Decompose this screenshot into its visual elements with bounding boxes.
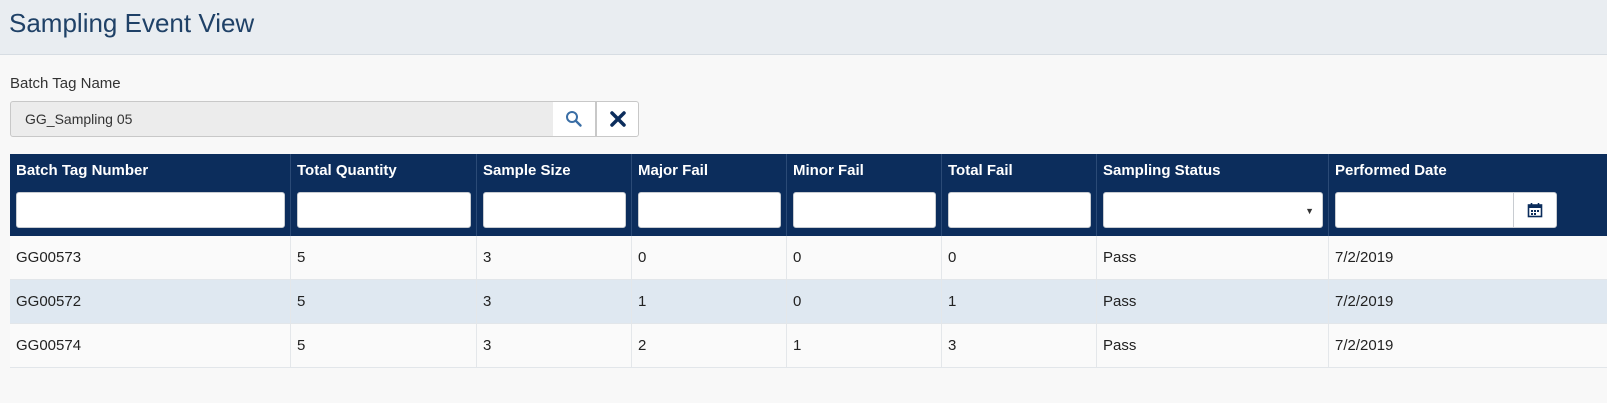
caret-down-icon: ▼ <box>1305 206 1314 216</box>
sampling-status-cell: Pass <box>1097 280 1329 323</box>
page-title: Sampling Event View <box>9 8 255 38</box>
column-total-fail: Total Fail <box>942 154 1097 236</box>
column-sample-size: Sample Size <box>477 154 632 236</box>
sampling-status-cell: Pass <box>1097 324 1329 367</box>
performed-date-cell: 7/2/2019 <box>1335 293 1394 310</box>
grid-header: Batch Tag Number Total Quantity Sample S… <box>10 154 1607 236</box>
batch-tag-name-input[interactable] <box>10 101 555 137</box>
batch-tag-number-cell: GG00574 <box>10 324 291 367</box>
batch-tag-number-cell: GG00573 <box>10 236 291 279</box>
title-bar: Sampling Event View <box>0 0 1607 55</box>
filter-total-quantity[interactable] <box>297 192 471 228</box>
minor-fail-cell: 0 <box>787 280 942 323</box>
batch-tag-number-cell: GG00572 <box>10 280 291 323</box>
column-total-quantity: Total Quantity <box>291 154 477 236</box>
major-fail-cell: 0 <box>632 236 787 279</box>
table-row[interactable]: GG00573 5 3 0 0 0 Pass 7/2/2019 <box>10 236 1607 280</box>
total-quantity-cell: 5 <box>291 280 477 323</box>
major-fail-cell: 2 <box>632 324 787 367</box>
total-fail-cell: 0 <box>942 236 1097 279</box>
total-fail-cell: 3 <box>942 324 1097 367</box>
filter-sampling-status-select[interactable]: ▼ <box>1103 192 1323 228</box>
filter-minor-fail[interactable] <box>793 192 936 228</box>
search-button[interactable] <box>553 101 596 137</box>
column-header-label[interactable]: Major Fail <box>638 162 708 179</box>
filter-total-fail[interactable] <box>948 192 1091 228</box>
minor-fail-cell: 1 <box>787 324 942 367</box>
sample-size-cell: 3 <box>477 324 632 367</box>
column-header-label[interactable]: Total Fail <box>948 162 1013 179</box>
table-row[interactable]: GG00572 5 3 1 0 1 Pass 7/2/2019 <box>10 280 1607 324</box>
column-sampling-status: Sampling Status ▼ <box>1097 154 1329 236</box>
sampling-grid: Batch Tag Number Total Quantity Sample S… <box>10 154 1607 403</box>
column-header-label[interactable]: Performed Date <box>1335 162 1447 179</box>
performed-date-cell: 7/2/2019 <box>1335 249 1394 266</box>
total-quantity-cell: 5 <box>291 236 477 279</box>
sample-size-cell: 3 <box>477 236 632 279</box>
filter-batch-tag-number[interactable] <box>16 192 285 228</box>
column-header-label[interactable]: Sampling Status <box>1103 162 1221 179</box>
calendar-icon <box>1527 203 1543 218</box>
column-header-label[interactable]: Batch Tag Number <box>16 162 148 179</box>
column-header-label[interactable]: Sample Size <box>483 162 571 179</box>
column-performed-date: Performed Date <box>1329 154 1607 236</box>
column-major-fail: Major Fail <box>632 154 787 236</box>
column-header-label[interactable]: Total Quantity <box>297 162 397 179</box>
search-icon <box>566 111 582 127</box>
total-fail-cell: 1 <box>942 280 1097 323</box>
performed-date-cell: 7/2/2019 <box>1335 337 1394 354</box>
sampling-status-cell: Pass <box>1097 236 1329 279</box>
major-fail-cell: 1 <box>632 280 787 323</box>
sample-size-cell: 3 <box>477 280 632 323</box>
filter-performed-date[interactable] <box>1335 192 1514 228</box>
total-quantity-cell: 5 <box>291 324 477 367</box>
clear-button[interactable] <box>596 101 639 137</box>
batch-tag-search <box>10 101 639 137</box>
column-header-label[interactable]: Minor Fail <box>793 162 864 179</box>
column-batch-tag-number: Batch Tag Number <box>10 154 291 236</box>
table-row[interactable]: GG00574 5 3 2 1 3 Pass 7/2/2019 <box>10 324 1607 368</box>
close-icon <box>609 111 626 127</box>
batch-tag-name-label: Batch Tag Name <box>10 75 121 92</box>
filter-sample-size[interactable] <box>483 192 626 228</box>
minor-fail-cell: 0 <box>787 236 942 279</box>
date-picker-button[interactable] <box>1513 192 1557 228</box>
column-minor-fail: Minor Fail <box>787 154 942 236</box>
filter-major-fail[interactable] <box>638 192 781 228</box>
